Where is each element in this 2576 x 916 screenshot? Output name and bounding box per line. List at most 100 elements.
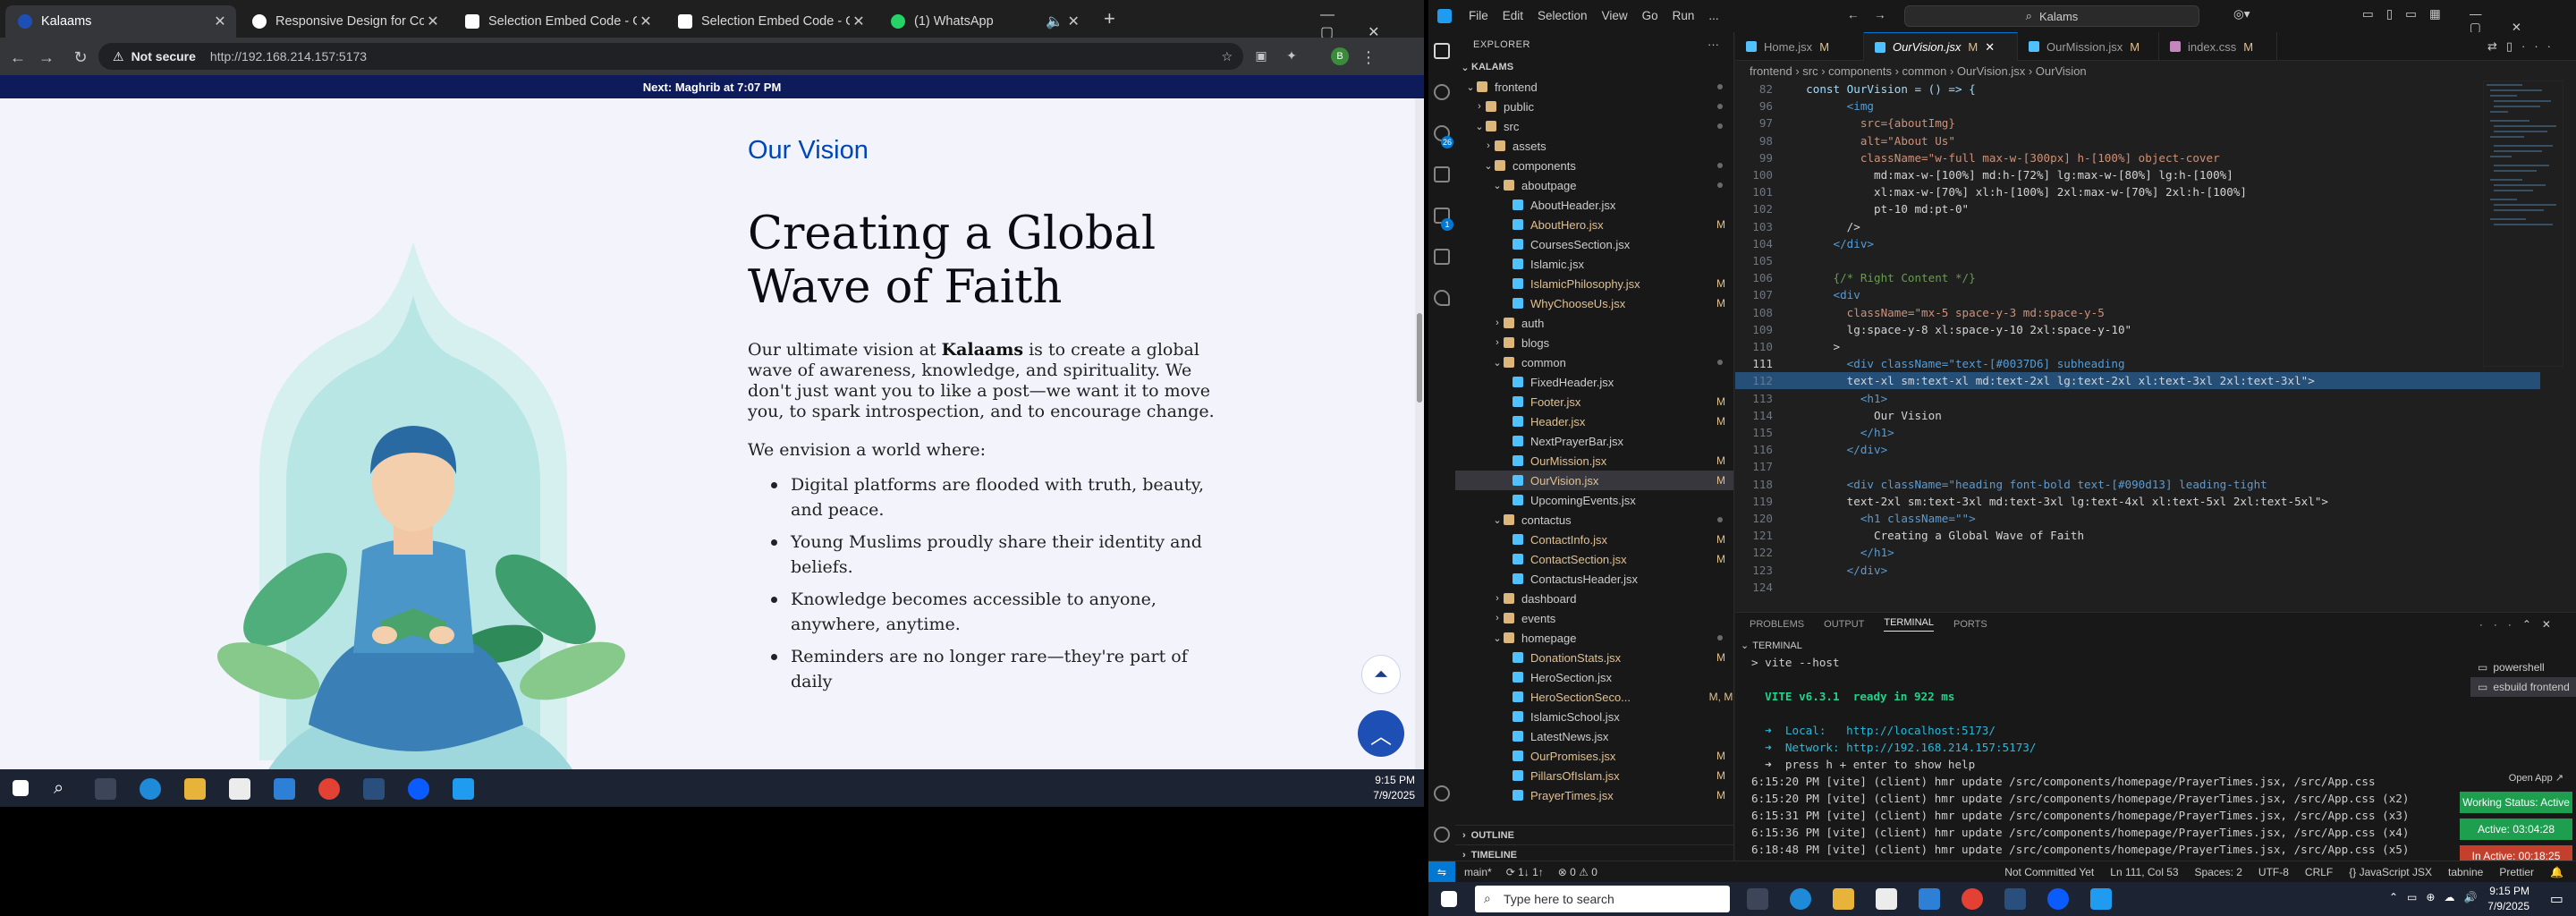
browser-tab-embed-1[interactable]: Selection Embed Code - Goog ✕ <box>453 5 662 38</box>
search-icon[interactable] <box>1434 84 1450 100</box>
file-item[interactable]: OurMission.jsx M <box>1455 451 1733 471</box>
folder-item[interactable]: ⌄ src <box>1455 116 1733 136</box>
folder-item[interactable]: › events <box>1455 608 1733 628</box>
search-icon[interactable]: ⌕ <box>54 778 75 800</box>
tab-problems[interactable]: PROBLEMS <box>1750 619 1804 630</box>
encoding[interactable]: UTF-8 <box>2258 866 2289 878</box>
file-item[interactable]: AboutHeader.jsx <box>1455 195 1733 215</box>
extension-icon[interactable]: ▣ <box>1252 48 1270 64</box>
tab-ports[interactable]: PORTS <box>1953 619 1987 630</box>
minimap[interactable] <box>2483 81 2563 367</box>
chrome-icon[interactable] <box>318 778 340 800</box>
command-center[interactable]: ⌕ Kalams <box>1904 5 2199 27</box>
task-view-icon[interactable] <box>95 778 116 800</box>
git-branch[interactable]: main* <box>1464 866 1492 878</box>
code-line[interactable]: 106 {/* Right Content */} <box>1735 269 2540 286</box>
code-line[interactable]: 96 <img <box>1735 98 2540 114</box>
code-line[interactable]: 117 <box>1735 458 2540 475</box>
open-app-link[interactable]: Open App ↗ <box>2509 772 2563 784</box>
browser-tab-whatsapp[interactable]: (1) WhatsApp 🔈 ✕ <box>878 5 1088 38</box>
file-item[interactable]: ContactInfo.jsx M <box>1455 530 1733 549</box>
layout-toggles[interactable]: ▭▯▭▦ <box>2362 7 2453 21</box>
menu-edit[interactable]: Edit <box>1503 9 1523 22</box>
code-line[interactable]: 110 > <box>1735 338 2540 355</box>
workspace-root[interactable]: ⌄ KALAMS <box>1455 57 1733 77</box>
close-tab-icon[interactable]: ✕ <box>1985 40 1995 55</box>
code-line[interactable]: 108 className="mx-5 space-y-3 md:space-y… <box>1735 304 2540 321</box>
terminal-esbuild[interactable]: ▭ esbuild frontend <box>2470 677 2576 697</box>
windows-start-icon[interactable] <box>1441 891 1457 907</box>
store-icon[interactable] <box>1876 888 1897 910</box>
code-line[interactable]: 99 className="w-full max-w-[300px] h-[10… <box>1735 149 2540 166</box>
nav-forward-icon[interactable]: → <box>1874 8 1886 21</box>
indentation[interactable]: Spaces: 2 <box>2195 866 2242 878</box>
bookmark-star-icon[interactable]: ☆ <box>1221 49 1233 64</box>
new-tab-button[interactable]: + <box>1104 7 1115 30</box>
folder-item[interactable]: ⌄ contactus <box>1455 510 1733 530</box>
file-item[interactable]: HeroSectionSeco... M, M <box>1455 687 1733 707</box>
chrome-icon[interactable] <box>1962 888 1983 910</box>
remote-icon[interactable] <box>1434 249 1450 265</box>
code-line[interactable]: 115 </h1> <box>1735 424 2540 441</box>
folder-item[interactable]: › dashboard <box>1455 589 1733 608</box>
nav-back-icon[interactable]: ← <box>1847 8 1860 21</box>
scroll-to-top-button[interactable]: ⏶ <box>1361 655 1401 694</box>
prettier-status[interactable]: Prettier <box>2499 866 2534 878</box>
sync-status[interactable]: ⟳ 1↓ 1↑ <box>1506 866 1544 878</box>
puzzle-icon[interactable]: ✦ <box>1283 48 1301 64</box>
file-explorer-icon[interactable] <box>1833 888 1854 910</box>
file-item[interactable]: OurVision.jsx M <box>1455 471 1733 490</box>
docker-icon[interactable] <box>1434 290 1450 306</box>
file-item[interactable]: IslamicSchool.jsx <box>1455 707 1733 726</box>
code-line[interactable]: 107 <div <box>1735 286 2540 303</box>
menu-view[interactable]: View <box>1602 9 1628 22</box>
mute-tab-icon[interactable]: 🔈 ✕ <box>1045 13 1080 30</box>
page-scrollbar[interactable] <box>1415 98 1424 769</box>
close-tab-icon[interactable]: ✕ <box>211 13 229 30</box>
warning-icon[interactable]: ⚠ <box>113 49 124 64</box>
code-line[interactable]: 124 <box>1735 579 2540 596</box>
file-item[interactable]: NextPrayerBar.jsx <box>1455 431 1733 451</box>
zoom-icon[interactable] <box>2047 888 2069 910</box>
edge-icon[interactable] <box>1790 888 1811 910</box>
code-line[interactable]: 104 </div> <box>1735 235 2540 252</box>
tab-ourvision-jsx[interactable]: OurVision.jsx M ✕ <box>1864 32 2018 61</box>
zoom-icon[interactable] <box>408 778 429 800</box>
vscode-icon[interactable] <box>2090 888 2112 910</box>
code-line[interactable]: 82 const OurVision = () => { <box>1735 81 2540 98</box>
browser-tab-contact[interactable]: Responsive Design for Contact ✕ <box>240 5 449 38</box>
notifications-bell-icon[interactable]: 🔔 <box>2550 866 2563 878</box>
code-line[interactable]: 102 pt-10 md:pt-0" <box>1735 200 2540 217</box>
tab-output[interactable]: OUTPUT <box>1824 619 1864 630</box>
code-line[interactable]: 123 </div> <box>1735 562 2540 579</box>
editor-actions[interactable]: ⇄▯··· <box>2487 39 2560 54</box>
folder-item[interactable]: › blogs <box>1455 333 1733 352</box>
outline-section[interactable]: › OUTLINE <box>1455 825 1733 844</box>
tab-ourmission-jsx[interactable]: OurMission.jsx M <box>2018 32 2159 61</box>
code-line[interactable]: 98 alt="About Us" <box>1735 132 2540 149</box>
file-explorer-icon[interactable] <box>184 778 206 800</box>
breadcrumb[interactable]: frontend › src › components › common › O… <box>1735 61 2576 81</box>
edge-icon[interactable] <box>140 778 161 800</box>
code-line[interactable]: 111 <div className="text-[#0037D6] subhe… <box>1735 355 2540 372</box>
mail-icon[interactable] <box>274 778 295 800</box>
cursor-position[interactable]: Ln 111, Col 53 <box>2110 866 2178 878</box>
folder-item[interactable]: ⌄ aboutpage <box>1455 175 1733 195</box>
terminal-output[interactable]: > vite --host VITE v6.3.1 ready in 922 m… <box>1751 654 2431 870</box>
remote-indicator-icon[interactable]: ⇋ <box>1428 861 1455 882</box>
menu-go[interactable]: Go <box>1642 9 1658 22</box>
git-blame[interactable]: Not Committed Yet <box>2004 866 2094 878</box>
menu-kebab-icon[interactable]: ⋮ <box>1360 48 1377 67</box>
address-bar[interactable]: ⚠ Not secure http://192.168.214.157:5173… <box>98 43 1243 70</box>
code-line[interactable]: 109 lg:space-y-8 xl:space-y-10 2xl:space… <box>1735 321 2540 338</box>
notification-center-icon[interactable]: ▭ <box>2550 890 2563 908</box>
menu-more[interactable]: ... <box>1708 9 1718 22</box>
code-line[interactable]: 119 text-2xl sm:text-3xl md:text-3xl lg:… <box>1735 493 2540 510</box>
file-item[interactable]: OurPromises.jsx M <box>1455 746 1733 766</box>
close-tab-icon[interactable]: ✕ <box>850 13 868 30</box>
app-icon[interactable] <box>363 778 385 800</box>
scrollbar-thumb[interactable] <box>1417 313 1422 403</box>
code-line[interactable]: 103 /> <box>1735 218 2540 235</box>
browser-tab-embed-2[interactable]: Selection Embed Code - Goog ✕ <box>665 5 875 38</box>
run-debug-icon[interactable] <box>1434 166 1450 182</box>
